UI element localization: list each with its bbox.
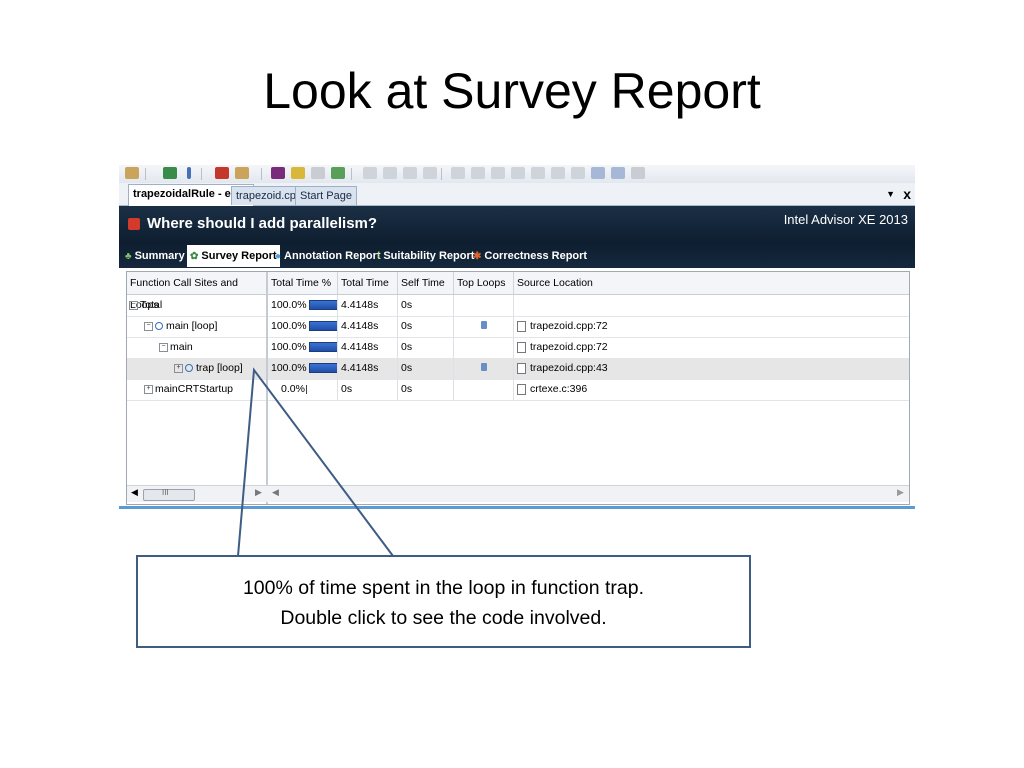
callout-line-1: 100% of time spent in the loop in functi… xyxy=(242,577,645,599)
callout-pointer-line xyxy=(237,367,394,557)
callout-line-2: Double click to see the code involved. xyxy=(280,607,607,629)
callout-box: 100% of time spent in the loop in functi… xyxy=(136,555,751,648)
callout-pointer xyxy=(237,367,394,557)
